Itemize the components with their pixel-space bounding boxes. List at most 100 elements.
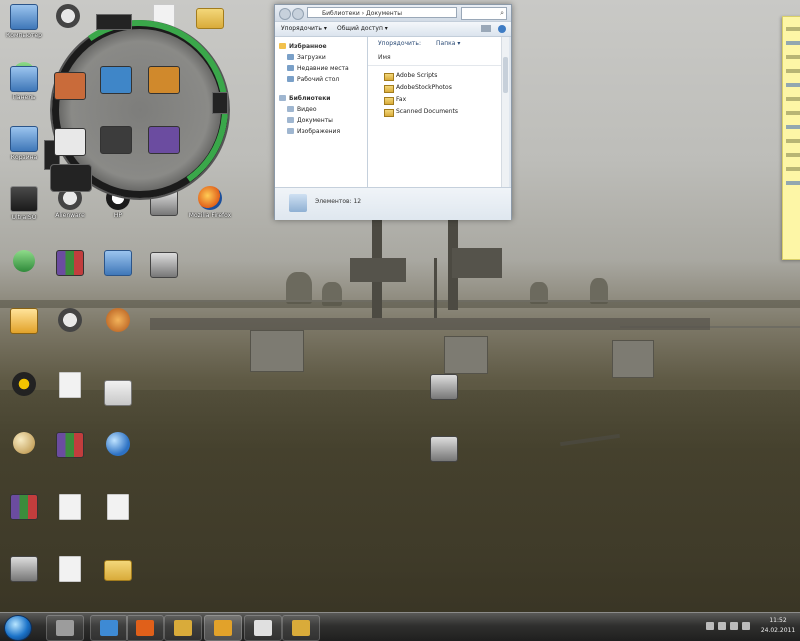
tray-arrow-icon[interactable]: [706, 622, 714, 630]
clock[interactable]: 11:52 24.02.2011: [760, 616, 796, 636]
taskbar-button-ie[interactable]: [90, 615, 128, 641]
file-name: Adobe Scripts: [396, 72, 438, 79]
sticky-link[interactable]: [786, 83, 800, 87]
file-list-item[interactable]: Adobe Scripts: [368, 70, 509, 82]
file-list-item[interactable]: Scanned Documents: [368, 106, 509, 118]
desktop-icon-stalker-1[interactable]: [46, 308, 94, 332]
circular-launcher-gadget[interactable]: [35, 5, 243, 213]
forward-arrow-icon[interactable]: [292, 8, 304, 20]
desktop-icon-winrar[interactable]: [46, 250, 94, 276]
help-icon[interactable]: [498, 25, 506, 33]
file-list-item[interactable]: AdobeStockPhotos: [368, 82, 509, 94]
desktop-icon-doc-5[interactable]: [46, 556, 94, 582]
folder-icon: [104, 560, 132, 581]
gadget-nvidia-icon[interactable]: [100, 126, 132, 154]
folder-icon: [287, 65, 294, 71]
desktop-icon-computer-2[interactable]: [94, 250, 142, 276]
desktop-icon-game-1[interactable]: [94, 308, 142, 332]
game-icon: [106, 308, 130, 332]
taskbar-button-paint[interactable]: [204, 615, 242, 641]
gadget-right-handle[interactable]: [212, 92, 228, 114]
column-name-header[interactable]: Имя: [378, 51, 391, 65]
desktop-icon-ultraiso[interactable]: UltraISO: [0, 186, 48, 221]
nav-favorites-label: Избранное: [289, 43, 327, 50]
scrollbar-thumb[interactable]: [503, 57, 508, 93]
desktop-icon-screen-1[interactable]: [140, 252, 188, 278]
desktop-icon-folder-2[interactable]: [94, 556, 142, 581]
explorer-titlebar[interactable]: Библиотеки › Документы ⌕: [275, 5, 511, 21]
taskbar-button-firefox[interactable]: [126, 615, 164, 641]
folder-icon: [384, 85, 394, 93]
nav-library-item[interactable]: Документы: [275, 115, 367, 126]
volume-icon[interactable]: [730, 622, 738, 630]
ie-icon: [100, 620, 118, 636]
stalker-game-icon: [12, 372, 36, 396]
start-button[interactable]: [4, 615, 32, 641]
desktop-icon-ball[interactable]: [0, 432, 48, 454]
nav-library-item[interactable]: Видео: [275, 104, 367, 115]
gadget-paint-icon[interactable]: [148, 66, 180, 94]
desktop-icon-globe[interactable]: [94, 432, 142, 456]
details-text: Элементов: 12: [315, 198, 362, 205]
organize-button[interactable]: Упорядочить ▾: [281, 22, 327, 36]
desktop-icon-doc-3[interactable]: [46, 494, 94, 520]
taskbar-button-explorer[interactable]: [164, 615, 202, 641]
sticky-link[interactable]: [786, 125, 800, 129]
desktop-icon-doc-2[interactable]: [46, 372, 94, 398]
explorer-toolbar: Упорядочить ▾ Общий доступ ▾: [275, 21, 511, 37]
desktop-icon-screen-2[interactable]: [420, 374, 468, 400]
desktop-icon-screen-3[interactable]: [420, 436, 468, 462]
explorer-icon: [174, 620, 192, 636]
sticky-link[interactable]: [786, 41, 800, 45]
share-button[interactable]: Общий доступ ▾: [337, 22, 388, 36]
taskbar-button-media-player[interactable]: [46, 615, 84, 641]
document-icon: [107, 494, 129, 520]
back-arrow-icon[interactable]: [279, 8, 291, 20]
nav-libraries-header[interactable]: Библиотеки: [275, 93, 367, 104]
nav-favorite-item[interactable]: Загрузки: [275, 52, 367, 63]
nav-favorite-item[interactable]: Рабочий стол: [275, 74, 367, 85]
gadget-bottom-handle[interactable]: [50, 164, 92, 192]
media-player-icon: [56, 620, 74, 636]
sticky-note[interactable]: [782, 16, 800, 260]
gadget-document-icon[interactable]: [54, 128, 86, 156]
nav-library-item[interactable]: Изображения: [275, 126, 367, 137]
taskbar-button-folder[interactable]: [282, 615, 320, 641]
desktop-icon-control-panel[interactable]: Панель: [0, 66, 48, 101]
desktop-icon-winrar-2[interactable]: [46, 432, 94, 458]
nav-favorite-item[interactable]: Недавние места: [275, 63, 367, 74]
desktop-icon-label: Mozilla Firefox: [188, 212, 232, 219]
flag-icon[interactable]: [742, 622, 750, 630]
desktop-icon-computer[interactable]: Компьютер: [0, 4, 48, 39]
sticky-line: [786, 167, 800, 171]
view-toggle-icon[interactable]: [481, 25, 491, 32]
desktop-icon-bbc[interactable]: [94, 380, 142, 406]
gadget-archive-icon[interactable]: [148, 126, 180, 154]
column-header[interactable]: Имя: [368, 51, 509, 66]
sticky-line: [786, 97, 800, 101]
desktop-icon-torrent[interactable]: [0, 250, 48, 272]
gadget-globe-icon[interactable]: [100, 66, 132, 94]
desktop-icon-recycle[interactable]: Корзина: [0, 126, 48, 161]
crane-cab: [452, 248, 502, 278]
taskbar-button-bbc[interactable]: [244, 615, 282, 641]
file-list-scrollbar[interactable]: [501, 37, 509, 187]
desktop-icon-wmp[interactable]: [0, 308, 48, 334]
nav-favorites-header[interactable]: Избранное: [275, 41, 367, 52]
library-icon: [279, 95, 286, 101]
address-bar[interactable]: Библиотеки › Документы: [307, 7, 457, 18]
network-tray-icon[interactable]: [718, 622, 726, 630]
desktop-icon-media-2[interactable]: [0, 556, 48, 582]
gadget-image-icon[interactable]: [54, 72, 86, 100]
clock-time: 11:52: [769, 617, 787, 624]
desktop-icon-doc-4[interactable]: [94, 494, 142, 520]
document-icon: [59, 372, 81, 398]
search-input[interactable]: ⌕: [461, 7, 507, 20]
explorer-window[interactable]: Библиотеки › Документы ⌕ Упорядочить ▾ О…: [274, 4, 512, 220]
file-list-item[interactable]: Fax: [368, 94, 509, 106]
desktop-icon-stalker-2[interactable]: [0, 372, 48, 396]
sticky-link[interactable]: [786, 181, 800, 185]
gadget-top-handle[interactable]: [96, 14, 132, 30]
desktop-icon-winrar-3[interactable]: [0, 494, 48, 520]
arrange-dropdown[interactable]: Папка ▾: [436, 37, 460, 51]
